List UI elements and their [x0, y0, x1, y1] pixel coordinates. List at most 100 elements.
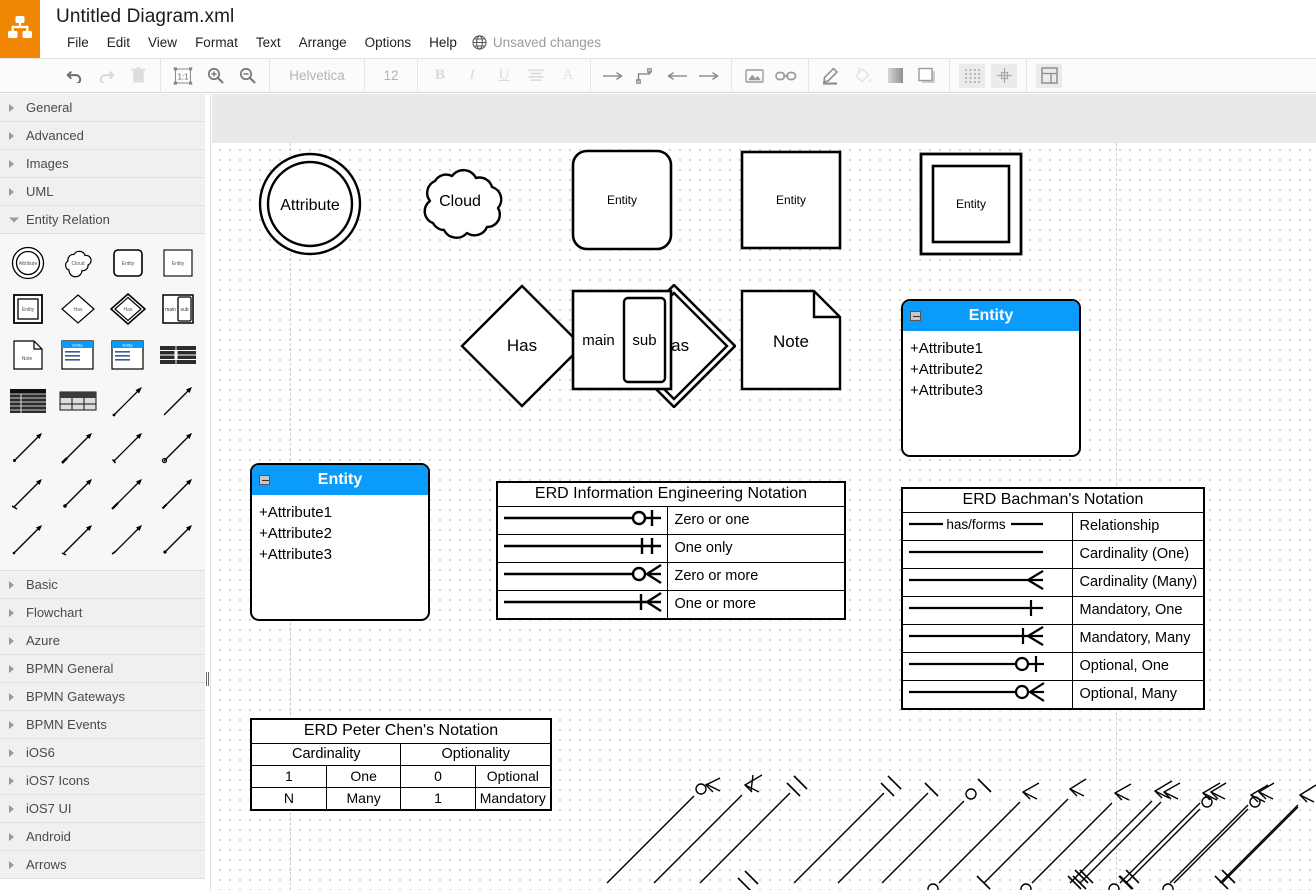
menu-options[interactable]: Options [356, 33, 421, 52]
sidebar-category-bpmn-gateways[interactable]: BPMN Gateways [0, 683, 205, 711]
arrow-forward-button[interactable] [693, 62, 725, 90]
bold-button[interactable]: B [424, 62, 456, 90]
palette-connector-12[interactable] [56, 517, 100, 561]
grid-button[interactable] [959, 64, 985, 88]
palette-connector-14[interactable] [156, 517, 200, 561]
palette-connector-8[interactable] [56, 471, 100, 515]
gradient-button[interactable] [879, 62, 911, 90]
palette-shape-attribute[interactable]: Attribute [6, 241, 50, 285]
palette-connector-5[interactable] [106, 425, 150, 469]
menu-view[interactable]: View [139, 33, 186, 52]
font-color-button[interactable]: A [552, 62, 584, 90]
uml-entity-header[interactable]: Entity [252, 465, 428, 495]
canvas-shape-relationship-weak[interactable]: Has [402, 284, 736, 408]
diagram-canvas[interactable]: Attribute Cloud Entity Entity [212, 143, 1316, 890]
font-family-field[interactable]: Helvetica [276, 68, 358, 83]
sidebar-category-flowchart[interactable]: Flowchart [0, 599, 205, 627]
italic-button[interactable]: I [456, 62, 488, 90]
canvas-shape-attribute[interactable]: Attribute [258, 152, 362, 256]
uml-entity-left[interactable]: Entity +Attribute1 +Attribute2 +Attribut… [250, 463, 430, 621]
redo-button[interactable] [90, 62, 122, 90]
chen-notation-table[interactable]: ERD Peter Chen's Notation Cardinality Op… [250, 718, 552, 811]
palette-shape-entity-rect[interactable]: Entity [156, 241, 200, 285]
document-title[interactable]: Untitled Diagram.xml [56, 6, 234, 28]
palette-shape-table-grid[interactable] [56, 379, 100, 423]
sidebar-category-ios7-icons[interactable]: iOS7 Icons [0, 767, 205, 795]
palette-shape-cloud[interactable]: Cloud [56, 241, 100, 285]
palette-shape-uml-entity-1[interactable]: Entity [56, 333, 100, 377]
ie-notation-table[interactable]: ERD Information Engineering Notation Zer… [496, 481, 846, 620]
sidebar-category-advanced[interactable]: Advanced [0, 122, 205, 150]
palette-connector-4[interactable] [56, 425, 100, 469]
shadow-button[interactable] [911, 62, 943, 90]
fill-color-button[interactable] [847, 62, 879, 90]
sidebar-category-ios6[interactable]: iOS6 [0, 739, 205, 767]
canvas-shape-cloud[interactable]: Cloud [411, 157, 509, 251]
insert-link-button[interactable] [770, 62, 802, 90]
canvas-connector-row-right[interactable] [1060, 713, 1316, 890]
underline-button[interactable]: U [488, 62, 520, 90]
sidebar-category-ios7-ui[interactable]: iOS7 UI [0, 795, 205, 823]
elbow-connector-button[interactable] [629, 62, 661, 90]
canvas-shape-entity-nested[interactable]: Entity [919, 152, 1023, 256]
palette-shape-entity-rounded[interactable]: Entity [106, 241, 150, 285]
sidebar-category-arrows[interactable]: Arrows [0, 851, 205, 879]
globe-icon[interactable] [472, 35, 487, 50]
canvas-shape-note[interactable]: Note [740, 289, 842, 391]
canvas-shape-main-sub[interactable]: main sub [571, 289, 673, 391]
palette-connector-9[interactable] [106, 471, 150, 515]
zoom-out-button[interactable] [231, 62, 263, 90]
font-size-field[interactable]: 12 [371, 68, 411, 83]
menu-text[interactable]: Text [247, 33, 290, 52]
bachman-notation-table[interactable]: ERD Bachman's Notation has/forms Relatio… [901, 487, 1205, 710]
palette-connector-7[interactable] [6, 471, 50, 515]
delete-button[interactable] [122, 62, 154, 90]
sidebar-category-entity-relation[interactable]: Entity Relation [0, 206, 205, 234]
palette-connector-2[interactable] [156, 379, 200, 423]
menu-edit[interactable]: Edit [98, 33, 139, 52]
palette-connector-10[interactable] [156, 471, 200, 515]
sidebar-category-images[interactable]: Images [0, 150, 205, 178]
undo-button[interactable] [58, 62, 90, 90]
collapse-icon[interactable] [910, 311, 921, 321]
palette-shape-note[interactable]: Note [6, 333, 50, 377]
palette-connector-6[interactable] [156, 425, 200, 469]
sidebar-category-android[interactable]: Android [0, 823, 205, 851]
menu-file[interactable]: File [58, 33, 98, 52]
uml-entity-right[interactable]: Entity +Attribute1 +Attribute2 +Attribut… [901, 299, 1081, 457]
sidebar-splitter[interactable] [205, 94, 211, 890]
format-panel-button[interactable] [1036, 64, 1062, 88]
palette-shape-relationship-weak[interactable]: Has [106, 287, 150, 331]
actual-size-button[interactable]: 1:1 [167, 62, 199, 90]
shape-sidebar[interactable]: General Advanced Images UML Entity Relat… [0, 94, 205, 890]
sidebar-category-azure[interactable]: Azure [0, 627, 205, 655]
arrow-right-button[interactable] [597, 62, 629, 90]
sidebar-category-bpmn-events[interactable]: BPMN Events [0, 711, 205, 739]
menu-arrange[interactable]: Arrange [290, 33, 356, 52]
collapse-icon[interactable] [259, 475, 270, 485]
palette-shape-entity-nested[interactable]: Entity [6, 287, 50, 331]
palette-shape-table-dark-2[interactable] [6, 379, 50, 423]
uml-entity-header[interactable]: Entity [903, 301, 1079, 331]
palette-shape-main-sub[interactable]: mainsub [156, 287, 200, 331]
menu-format[interactable]: Format [186, 33, 247, 52]
guides-button[interactable] [991, 64, 1017, 88]
app-logo[interactable] [0, 0, 40, 58]
insert-image-button[interactable] [738, 62, 770, 90]
arrow-left-button[interactable] [661, 62, 693, 90]
zoom-in-button[interactable] [199, 62, 231, 90]
sidebar-category-general[interactable]: General [0, 94, 205, 122]
palette-shape-uml-entity-2[interactable]: Entity [106, 333, 150, 377]
sidebar-category-bpmn-general[interactable]: BPMN General [0, 655, 205, 683]
diagram-canvas-wrapper[interactable]: Attribute Cloud Entity Entity [212, 94, 1316, 890]
palette-connector-1[interactable] [106, 379, 150, 423]
palette-connector-13[interactable] [106, 517, 150, 561]
align-button[interactable] [520, 62, 552, 90]
palette-shape-table-dark-1[interactable] [156, 333, 200, 377]
canvas-shape-entity-rect[interactable]: Entity [740, 150, 842, 250]
palette-connector-3[interactable] [6, 425, 50, 469]
sidebar-category-basic[interactable]: Basic [0, 571, 205, 599]
canvas-shape-entity-rounded[interactable]: Entity [571, 149, 673, 251]
sidebar-category-uml[interactable]: UML [0, 178, 205, 206]
menu-help[interactable]: Help [420, 33, 466, 52]
